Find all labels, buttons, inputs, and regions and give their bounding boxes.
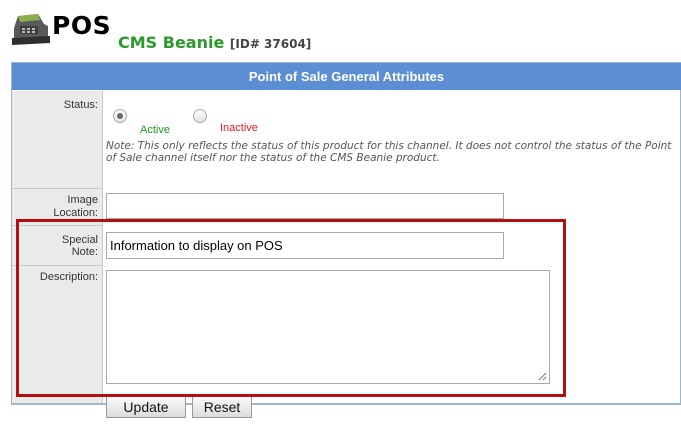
highlight-annotation <box>16 219 566 397</box>
product-name: CMS Beanie <box>118 33 225 52</box>
pos-label: POS <box>52 11 112 40</box>
cash-register-icon <box>12 14 50 45</box>
update-button[interactable]: Update <box>106 396 186 418</box>
radio-selected-dot <box>117 113 123 119</box>
status-label-cell: Status: <box>12 91 103 188</box>
image-location-label-1: Image <box>67 194 98 206</box>
status-note: Note: This only reflects the status of t… <box>106 140 672 164</box>
image-location-input[interactable] <box>106 193 504 219</box>
status-active-label[interactable]: Active <box>140 124 170 136</box>
status-label: Status: <box>63 99 98 111</box>
product-title: CMS Beanie [ID# 37604] <box>118 33 311 52</box>
status-inactive-label[interactable]: Inactive <box>220 122 258 134</box>
reset-button[interactable]: Reset <box>192 396 252 418</box>
image-location-label-2: Location: <box>53 207 98 219</box>
status-active-radio[interactable] <box>113 109 127 123</box>
page-header: POS CMS Beanie [ID# 37604] <box>0 0 681 60</box>
status-inactive-radio[interactable] <box>193 109 207 123</box>
product-id: [ID# 37604] <box>229 37 312 51</box>
section-header: Point of Sale General Attributes <box>12 63 681 90</box>
